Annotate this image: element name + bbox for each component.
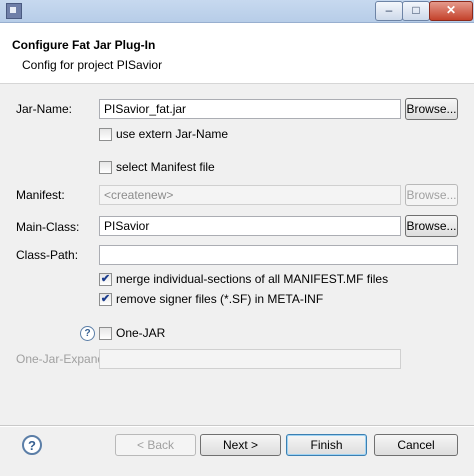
jar-name-browse-button[interactable]: Browse... xyxy=(405,98,458,120)
class-path-input[interactable] xyxy=(99,245,458,265)
use-extern-label: use extern Jar-Name xyxy=(116,127,229,141)
merge-sections-checkbox[interactable]: ✔ xyxy=(99,273,112,286)
main-class-label: Main-Class: xyxy=(16,220,80,234)
finish-button[interactable]: Finish xyxy=(286,434,367,456)
one-jar-label: One-JAR xyxy=(116,326,166,340)
back-button[interactable]: < Back xyxy=(115,434,196,456)
app-icon xyxy=(6,3,22,19)
jar-name-label: Jar-Name: xyxy=(16,102,73,116)
use-extern-checkbox[interactable] xyxy=(99,128,112,141)
manifest-input[interactable]: <createnew> xyxy=(99,185,401,205)
close-button[interactable]: ✕ xyxy=(429,1,473,21)
maximize-button[interactable]: □ xyxy=(402,1,430,21)
select-manifest-label: select Manifest file xyxy=(116,160,215,174)
cancel-button[interactable]: Cancel xyxy=(374,434,458,456)
main-class-browse-button[interactable]: Browse... xyxy=(405,215,458,237)
minimize-button[interactable]: – xyxy=(375,1,403,21)
main-class-input[interactable]: PISavior xyxy=(99,216,401,236)
dialog-header: Configure Fat Jar Plug-In Config for pro… xyxy=(0,23,474,84)
merge-sections-label: merge individual-sections of all MANIFES… xyxy=(116,272,389,286)
one-jar-help-icon[interactable]: ? xyxy=(80,326,95,341)
dialog-title: Configure Fat Jar Plug-In xyxy=(12,38,156,52)
dialog-help-icon[interactable]: ? xyxy=(22,435,42,455)
manifest-label: Manifest: xyxy=(16,188,65,202)
next-button[interactable]: Next > xyxy=(200,434,281,456)
class-path-label: Class-Path: xyxy=(16,248,79,262)
dialog-body: Jar-Name: PISavior_fat.jar Browse... use… xyxy=(0,84,474,476)
one-jar-checkbox[interactable] xyxy=(99,327,112,340)
one-jar-expand-input[interactable] xyxy=(99,349,401,369)
manifest-browse-button[interactable]: Browse... xyxy=(405,184,458,206)
footer-separator xyxy=(0,425,474,427)
one-jar-expand-label: One-Jar-Expand: xyxy=(16,352,108,366)
select-manifest-checkbox[interactable] xyxy=(99,161,112,174)
dialog-subtitle: Config for project PISavior xyxy=(22,58,163,72)
window-titlebar: – □ ✕ xyxy=(0,0,474,23)
jar-name-input[interactable]: PISavior_fat.jar xyxy=(99,99,401,119)
remove-signer-checkbox[interactable]: ✔ xyxy=(99,293,112,306)
remove-signer-label: remove signer files (*.SF) in META-INF xyxy=(116,292,324,306)
